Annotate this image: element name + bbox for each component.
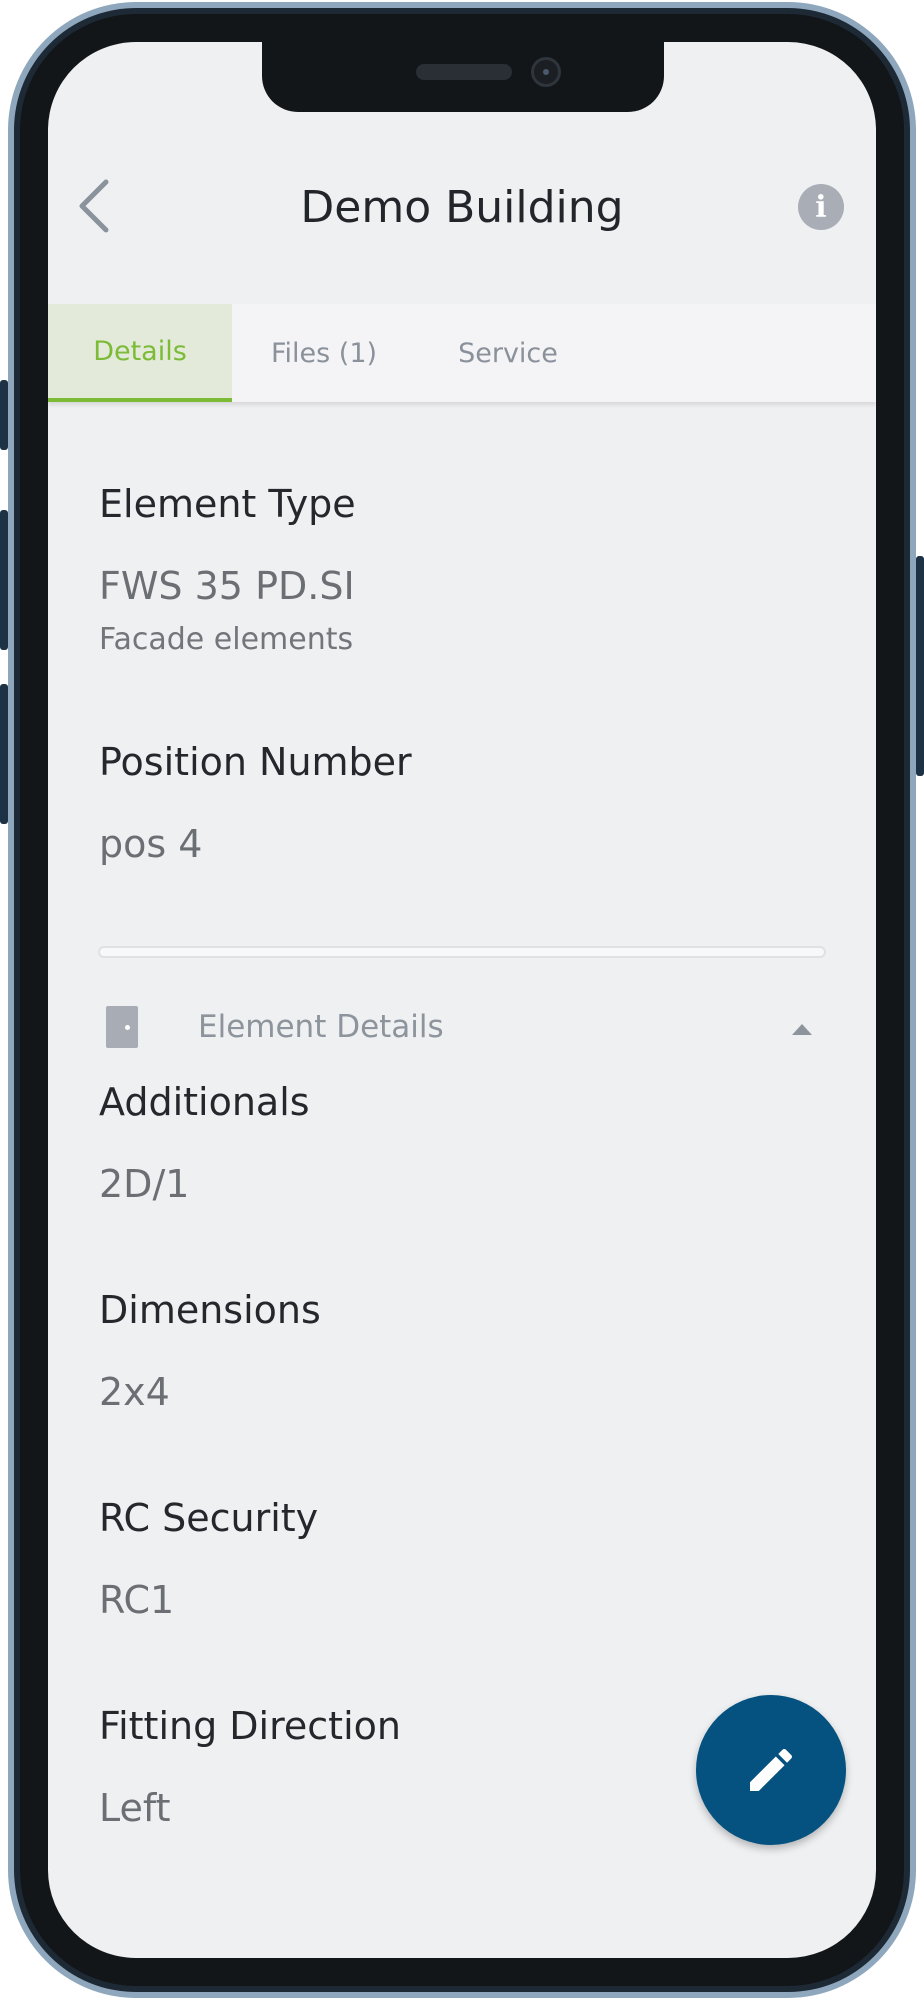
dimensions-value: 2x4 xyxy=(99,1370,170,1414)
notch xyxy=(262,42,664,112)
dimensions-label: Dimensions xyxy=(99,1288,321,1332)
info-icon: i xyxy=(815,189,827,225)
rc-security-value: RC1 xyxy=(99,1578,175,1622)
tab-service[interactable]: Service xyxy=(416,304,600,402)
element-type-value: FWS 35 PD.SI xyxy=(99,564,355,608)
element-details-header[interactable]: Element Details xyxy=(98,992,828,1062)
tab-details[interactable]: Details xyxy=(48,304,232,402)
edit-fab-button[interactable] xyxy=(696,1695,846,1845)
page-title: Demo Building xyxy=(300,182,624,233)
element-details-title: Element Details xyxy=(198,1009,444,1045)
side-button-volume-up xyxy=(0,510,8,650)
tab-files[interactable]: Files (1) xyxy=(232,304,416,402)
speaker xyxy=(416,64,512,80)
additionals-label: Additionals xyxy=(99,1080,310,1124)
door-icon xyxy=(106,1006,138,1048)
fitting-direction-value: Left xyxy=(99,1786,171,1830)
element-type-subtitle: Facade elements xyxy=(99,622,354,657)
front-camera xyxy=(531,57,561,87)
side-button-power xyxy=(916,556,924,776)
section-divider xyxy=(98,946,826,958)
app-header: Demo Building i xyxy=(48,154,876,254)
side-button-volume-down xyxy=(0,684,8,824)
pencil-icon xyxy=(750,1748,793,1791)
element-type-label: Element Type xyxy=(99,482,356,526)
additionals-value: 2D/1 xyxy=(99,1162,190,1206)
rc-security-label: RC Security xyxy=(99,1496,319,1540)
tab-bar: Details Files (1) Service xyxy=(48,304,876,402)
collapse-caret-icon[interactable] xyxy=(792,1024,812,1035)
info-button[interactable]: i xyxy=(798,184,844,230)
position-number-label: Position Number xyxy=(99,740,412,784)
fitting-direction-label: Fitting Direction xyxy=(99,1704,401,1748)
side-button-mute xyxy=(0,380,8,450)
position-number-value: pos 4 xyxy=(99,822,203,866)
phone-screen: Demo Building i Details Files (1) Servic… xyxy=(48,42,876,1958)
